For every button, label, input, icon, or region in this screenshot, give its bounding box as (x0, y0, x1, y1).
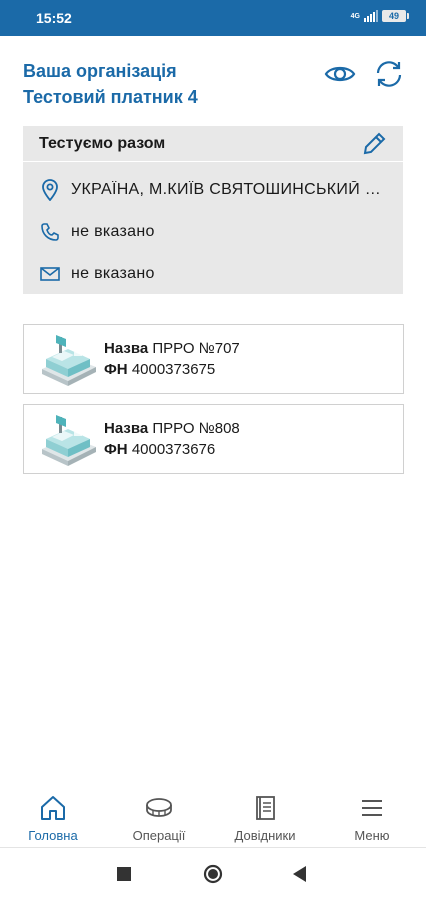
device-card[interactable]: Назва ПРРО №808 ФН 4000373676 (23, 404, 404, 474)
back-triangle-icon (293, 866, 306, 882)
device-name-line: Назва ПРРО №707 (104, 340, 240, 357)
home-system-button[interactable] (203, 864, 223, 884)
organization-card-header: Тестуємо разом (23, 126, 403, 162)
back-button[interactable] (290, 864, 310, 884)
cash-register-icon (42, 335, 96, 386)
book-icon (256, 796, 275, 820)
nav-item-menu[interactable]: Меню (327, 794, 417, 846)
status-time: 15:52 (36, 10, 72, 26)
organization-name: Тестуємо разом (39, 135, 166, 152)
menu-icon (362, 800, 382, 816)
device-name-value: ПРРО №707 (152, 340, 240, 357)
square-icon (117, 867, 131, 881)
location-pin-icon (39, 179, 61, 201)
device-fn-label: ФН (104, 441, 128, 458)
signal-icon (364, 10, 378, 22)
nav-label-menu: Меню (354, 828, 390, 843)
nav-label-directories: Довідники (234, 828, 296, 843)
device-name-line: Назва ПРРО №808 (104, 420, 240, 437)
device-fn-value: 4000373675 (131, 361, 216, 378)
device-card[interactable]: Назва ПРРО №707 ФН 4000373675 (23, 324, 404, 394)
circle-icon (203, 864, 223, 884)
home-icon (41, 796, 65, 820)
nav-label-operations: Операції (132, 828, 186, 843)
phone-row: не вказано (39, 220, 399, 244)
nav-item-directories[interactable]: Довідники (220, 794, 310, 846)
organization-card: Тестуємо разом УКРАЇНА, М.КИЇВ СВЯТОШИНС… (23, 126, 403, 294)
edit-button[interactable] (359, 129, 389, 159)
organization-phone: не вказано (71, 223, 155, 240)
email-row: не вказано (39, 262, 399, 286)
status-bar: 15:52 4G 49 (0, 0, 426, 36)
envelope-icon (39, 263, 61, 285)
cash-register-icon (42, 415, 96, 466)
recent-apps-button[interactable] (114, 864, 134, 884)
organization-address: УКРАЇНА, М.КИЇВ СВЯТОШИНСЬКИЙ РАЙОН (71, 181, 389, 198)
device-name-label: Назва (104, 340, 149, 357)
device-fn-value: 4000373676 (131, 441, 216, 458)
pencil-icon (363, 132, 386, 155)
phone-icon (39, 221, 61, 243)
system-navigation-bar (0, 848, 426, 900)
bottom-navigation: Головна Операції Довідники Меню (0, 784, 426, 848)
refresh-icon (376, 61, 402, 87)
nav-item-operations[interactable]: Операції (114, 794, 204, 846)
device-name-label: Назва (104, 420, 149, 437)
network-type: 4G (350, 12, 360, 20)
coins-icon (146, 798, 172, 817)
device-fn-line: ФН 4000373676 (104, 441, 215, 458)
device-fn-line: ФН 4000373675 (104, 361, 215, 378)
status-icons: 4G 49 (350, 10, 409, 22)
device-fn-label: ФН (104, 361, 128, 378)
header-payer-name: Тестовий платник 4 (23, 87, 198, 107)
nav-label-home: Головна (28, 828, 78, 843)
eye-icon (324, 66, 356, 82)
nav-item-home[interactable]: Головна (8, 794, 98, 846)
battery-icon: 49 (382, 10, 409, 22)
org-header: Ваша організація Тестовий платник 4 (23, 58, 323, 110)
refresh-button[interactable] (371, 56, 407, 92)
organization-email: не вказано (71, 265, 155, 282)
device-name-value: ПРРО №808 (152, 420, 240, 437)
view-button[interactable] (322, 56, 358, 92)
header-title: Ваша організація (23, 61, 177, 81)
address-row: УКРАЇНА, М.КИЇВ СВЯТОШИНСЬКИЙ РАЙОН (39, 178, 399, 202)
